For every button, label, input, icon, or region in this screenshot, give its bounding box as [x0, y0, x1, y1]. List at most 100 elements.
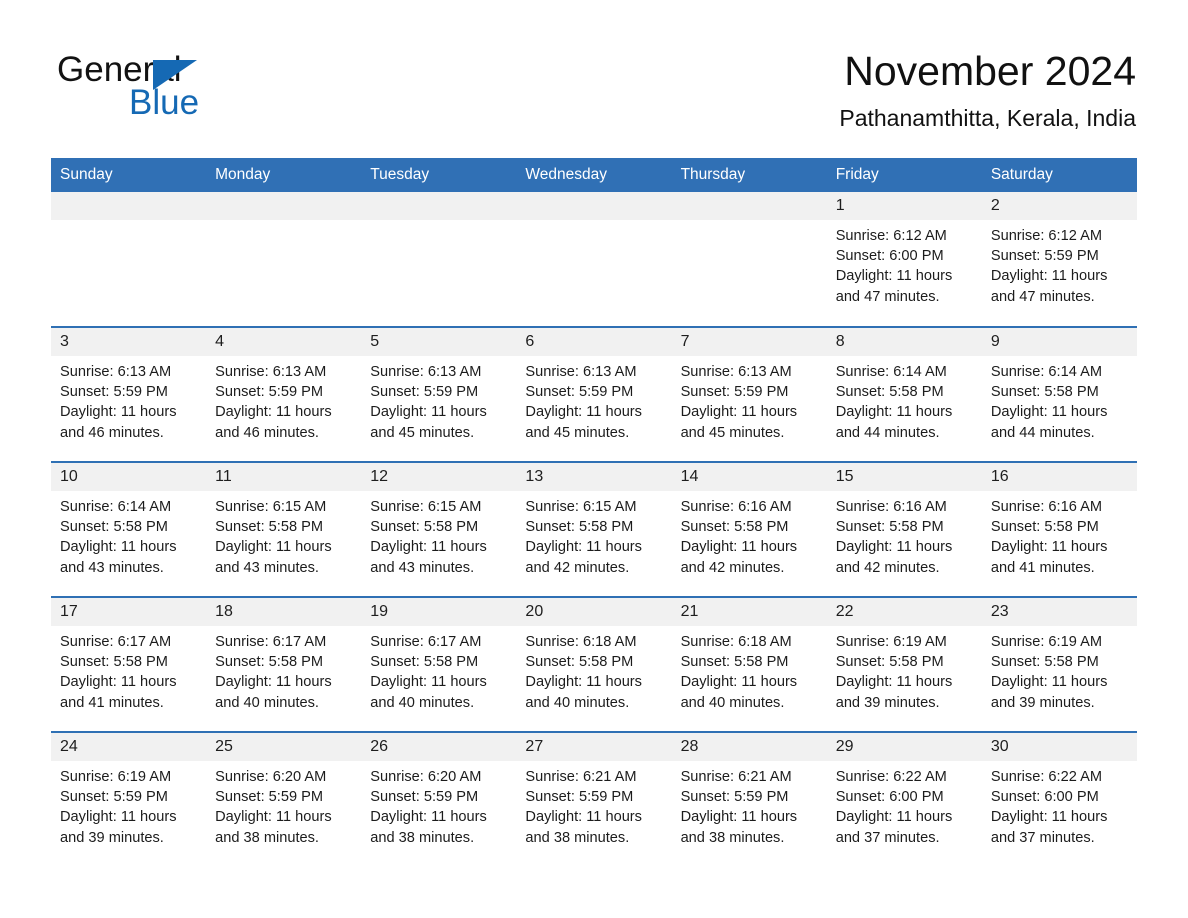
daylight-text-continued: and 45 minutes.	[370, 424, 475, 441]
calendar-day-cell[interactable]: 11 Sunrise: 6:15 AM Sunset: 5:58 PM Dayligh…	[206, 461, 362, 597]
day-cell-details: Sunrise: 6:13 AM Sunset: 5:59 PM Daylight:…	[516, 356, 671, 443]
calendar-day-cell[interactable]: 15 Sunrise: 6:16 AM Sunset: 5:58 PM Dayligh…	[826, 461, 982, 597]
calendar-day-cell[interactable]: 19 Sunrise: 6:17 AM Sunset: 5:58 PM Dayligh…	[361, 596, 517, 732]
sunrise-text: Sunrise: 6:20 AM	[370, 769, 482, 785]
day-number: 14	[671, 463, 827, 491]
day-number	[516, 192, 672, 220]
day-cell-details: Sunrise: 6:15 AM Sunset: 5:58 PM Daylight:…	[206, 491, 361, 578]
calendar-day-cell[interactable]: 5 Sunrise: 6:13 AM Sunset: 5:59 PM Daylight…	[361, 326, 517, 462]
logo-text-blue: Blue	[129, 83, 200, 122]
day-cell-details: Sunrise: 6:19 AM Sunset: 5:59 PM Daylight:…	[51, 761, 206, 848]
sunset-text: Sunset: 5:59 PM	[215, 384, 324, 401]
day-cell-inner: 30 Sunrise: 6:22 AM Sunset: 6:00 PM Dayligh…	[981, 733, 1137, 866]
sunrise-text: Sunrise: 6:22 AM	[835, 769, 947, 785]
calendar-day-cell[interactable]: 3 Sunrise: 6:13 AM Sunset: 5:59 PM Daylight…	[51, 326, 207, 462]
calendar-day-cell[interactable]: 1 Sunrise: 6:12 AM Sunset: 6:00 PM Daylight…	[826, 192, 982, 327]
calendar-day-cell[interactable]: 7 Sunrise: 6:13 AM Sunset: 5:59 PM Daylight…	[671, 326, 827, 462]
weekday-header-sunday: Sunday	[51, 158, 207, 192]
calendar-day-cell[interactable]: 30 Sunrise: 6:22 AM Sunset: 6:00 PM Dayligh…	[981, 731, 1137, 867]
calendar-day-cell[interactable]: 6 Sunrise: 6:13 AM Sunset: 5:59 PM Daylight…	[516, 326, 672, 462]
daylight-text: Daylight: 11 hours	[525, 674, 642, 691]
calendar-day-cell[interactable]: 2 Sunrise: 6:12 AM Sunset: 5:59 PM Daylight…	[981, 192, 1137, 327]
calendar-day-cell[interactable]: 16 Sunrise: 6:16 AM Sunset: 5:58 PM Dayligh…	[981, 461, 1137, 597]
day-cell-details	[516, 220, 671, 226]
calendar-header-row: Sunday Monday Tuesday Wednesday Thursday Frid…	[51, 158, 1137, 192]
sunset-text: Sunset: 5:58 PM	[215, 519, 324, 536]
daylight-text-continued: and 42 minutes.	[525, 559, 630, 576]
calendar-day-cell[interactable]: 28 Sunrise: 6:21 AM Sunset: 5:59 PM Dayligh…	[671, 731, 827, 867]
sunset-text: Sunset: 5:58 PM	[990, 654, 1099, 671]
calendar-day-cell[interactable]: 22 Sunrise: 6:19 AM Sunset: 5:58 PM Dayligh…	[826, 596, 982, 732]
general-blue-logo[interactable]: General Blue	[57, 50, 317, 122]
sunrise-text: Sunrise: 6:13 AM	[60, 364, 172, 380]
calendar-day-cell[interactable]: 21 Sunrise: 6:18 AM Sunset: 5:58 PM Dayligh…	[671, 596, 827, 732]
sunrise-text: Sunrise: 6:16 AM	[990, 499, 1102, 515]
day-number: 20	[516, 598, 672, 626]
calendar-day-cell[interactable]: 10 Sunrise: 6:14 AM Sunset: 5:58 PM Dayligh…	[51, 461, 207, 597]
daylight-text-continued: and 44 minutes.	[990, 424, 1095, 441]
calendar-week-row: 1 Sunrise: 6:12 AM Sunset: 6:00 PM Daylight…	[51, 192, 1137, 327]
day-cell-inner: 6 Sunrise: 6:13 AM Sunset: 5:59 PM Daylight…	[516, 328, 672, 461]
daylight-text-continued: and 41 minutes.	[990, 559, 1095, 576]
sunrise-text: Sunrise: 6:21 AM	[680, 769, 792, 785]
page-title: November 2024	[844, 48, 1136, 94]
sunrise-text: Sunrise: 6:20 AM	[215, 769, 327, 785]
calendar-day-cell[interactable]: 18 Sunrise: 6:17 AM Sunset: 5:58 PM Dayligh…	[206, 596, 362, 732]
calendar-day-cell[interactable]: 25 Sunrise: 6:20 AM Sunset: 5:59 PM Dayligh…	[206, 731, 362, 867]
day-cell-inner: 24 Sunrise: 6:19 AM Sunset: 5:59 PM Dayligh…	[51, 733, 207, 866]
daylight-text-continued: and 47 minutes.	[990, 288, 1095, 305]
calendar-day-cell[interactable]: 17 Sunrise: 6:17 AM Sunset: 5:58 PM Dayligh…	[51, 596, 207, 732]
day-cell-inner: 29 Sunrise: 6:22 AM Sunset: 6:00 PM Dayligh…	[826, 733, 982, 866]
calendar-day-cell[interactable]: 14 Sunrise: 6:16 AM Sunset: 5:58 PM Dayligh…	[671, 461, 827, 597]
calendar-day-cell[interactable]: 9 Sunrise: 6:14 AM Sunset: 5:58 PM Daylight…	[981, 326, 1137, 462]
daylight-text: Daylight: 11 hours	[680, 809, 798, 826]
day-cell-details: Sunrise: 6:19 AM Sunset: 5:58 PM Daylight:…	[982, 626, 1137, 713]
day-cell-inner: 25 Sunrise: 6:20 AM Sunset: 5:59 PM Dayligh…	[206, 733, 362, 866]
calendar-day-cell[interactable]: 24 Sunrise: 6:19 AM Sunset: 5:59 PM Dayligh…	[51, 731, 207, 867]
weekday-header-saturday: Saturday	[981, 158, 1137, 192]
sunset-text: Sunset: 6:00 PM	[990, 789, 1099, 806]
daylight-text: Daylight: 11 hours	[215, 539, 332, 556]
day-cell-inner: 8 Sunrise: 6:14 AM Sunset: 5:58 PM Daylight…	[826, 328, 982, 461]
daylight-text-continued: and 39 minutes.	[990, 694, 1095, 711]
calendar-day-cell[interactable]: 27 Sunrise: 6:21 AM Sunset: 5:59 PM Dayligh…	[516, 731, 672, 867]
day-cell-details: Sunrise: 6:15 AM Sunset: 5:58 PM Daylight:…	[361, 491, 516, 578]
day-cell-details: Sunrise: 6:14 AM Sunset: 5:58 PM Daylight:…	[827, 356, 982, 443]
sunset-text: Sunset: 5:58 PM	[215, 654, 324, 671]
calendar-day-cell[interactable]: 26 Sunrise: 6:20 AM Sunset: 5:59 PM Dayligh…	[361, 731, 517, 867]
calendar-day-cell[interactable]: 12 Sunrise: 6:15 AM Sunset: 5:58 PM Dayligh…	[361, 461, 517, 597]
sunset-text: Sunset: 5:59 PM	[60, 384, 168, 401]
sunrise-text: Sunrise: 6:19 AM	[835, 634, 947, 650]
sunrise-text: Sunrise: 6:13 AM	[370, 364, 482, 380]
day-cell-inner	[206, 192, 362, 325]
day-cell-inner: 12 Sunrise: 6:15 AM Sunset: 5:58 PM Dayligh…	[361, 463, 517, 596]
day-cell-details: Sunrise: 6:13 AM Sunset: 5:59 PM Daylight:…	[51, 356, 206, 443]
day-cell-inner: 19 Sunrise: 6:17 AM Sunset: 5:58 PM Dayligh…	[361, 598, 517, 731]
day-cell-details: Sunrise: 6:12 AM Sunset: 6:00 PM Daylight:…	[827, 220, 982, 307]
day-cell-inner: 27 Sunrise: 6:21 AM Sunset: 5:59 PM Dayligh…	[516, 733, 672, 866]
day-cell-details	[672, 220, 827, 226]
calendar-day-cell[interactable]: 29 Sunrise: 6:22 AM Sunset: 6:00 PM Dayligh…	[826, 731, 982, 867]
title-block: November 2024 Pathanamthitta, Kerala, In…	[839, 46, 1136, 134]
sunset-text: Sunset: 5:59 PM	[680, 384, 789, 401]
calendar-body: 1 Sunrise: 6:12 AM Sunset: 6:00 PM Daylight…	[51, 192, 1137, 867]
sunset-text: Sunset: 5:58 PM	[990, 384, 1099, 401]
calendar-day-cell[interactable]: 23 Sunrise: 6:19 AM Sunset: 5:58 PM Dayligh…	[981, 596, 1137, 732]
day-cell-details	[361, 220, 516, 226]
day-cell-details: Sunrise: 6:16 AM Sunset: 5:58 PM Daylight:…	[672, 491, 827, 578]
day-cell-details: Sunrise: 6:15 AM Sunset: 5:58 PM Daylight:…	[516, 491, 671, 578]
daylight-text: Daylight: 11 hours	[990, 268, 1108, 285]
calendar-day-cell-empty	[361, 192, 517, 327]
calendar-day-cell[interactable]: 20 Sunrise: 6:18 AM Sunset: 5:58 PM Dayligh…	[516, 596, 672, 732]
sunrise-text: Sunrise: 6:18 AM	[680, 634, 792, 650]
sunset-text: Sunset: 5:58 PM	[835, 654, 944, 671]
calendar-day-cell[interactable]: 4 Sunrise: 6:13 AM Sunset: 5:59 PM Daylight…	[206, 326, 362, 462]
day-cell-inner: 16 Sunrise: 6:16 AM Sunset: 5:58 PM Dayligh…	[981, 463, 1137, 596]
daylight-text-continued: and 42 minutes.	[835, 559, 940, 576]
calendar-day-cell[interactable]: 13 Sunrise: 6:15 AM Sunset: 5:58 PM Dayligh…	[516, 461, 672, 597]
day-cell-details: Sunrise: 6:16 AM Sunset: 5:58 PM Daylight:…	[982, 491, 1137, 578]
weekday-header-tuesday: Tuesday	[361, 158, 517, 192]
day-cell-details: Sunrise: 6:20 AM Sunset: 5:59 PM Daylight:…	[361, 761, 516, 848]
calendar-week-row: 3 Sunrise: 6:13 AM Sunset: 5:59 PM Daylight…	[51, 326, 1137, 462]
calendar-day-cell[interactable]: 8 Sunrise: 6:14 AM Sunset: 5:58 PM Daylight…	[826, 326, 982, 462]
